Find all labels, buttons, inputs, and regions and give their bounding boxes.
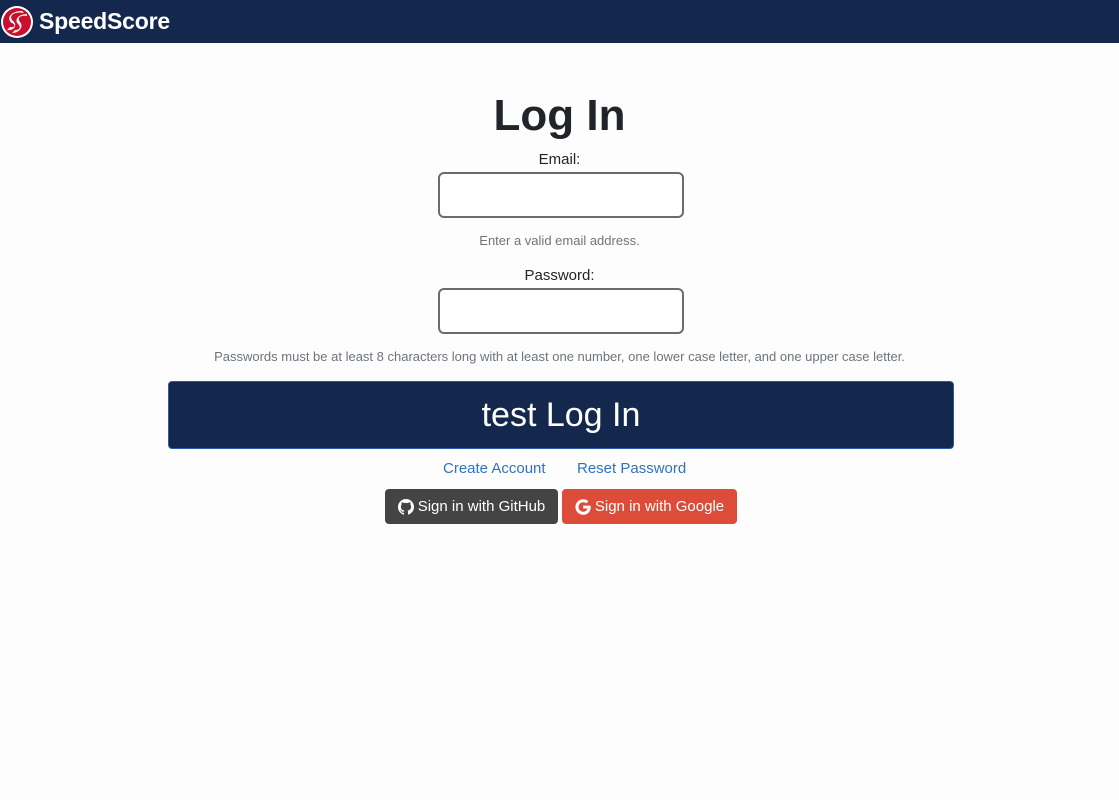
page-title: Log In — [493, 91, 626, 140]
google-signin-label: Sign in with Google — [594, 498, 725, 515]
github-icon — [397, 498, 414, 515]
password-label: Password: — [524, 267, 595, 284]
github-signin-button[interactable]: Sign in with GitHub — [385, 489, 558, 524]
brand-link[interactable]: SpeedScore — [0, 0, 170, 43]
email-field[interactable] — [438, 172, 684, 218]
google-signin-button[interactable]: Sign in with Google — [562, 489, 737, 524]
brand-name: SpeedScore — [39, 8, 170, 34]
email-label: Email: — [538, 151, 581, 168]
navbar: SpeedScore — [0, 0, 1119, 43]
google-icon — [575, 498, 591, 515]
reset-password-link[interactable]: Reset Password — [577, 460, 686, 478]
email-hint: Enter a valid email address. — [479, 233, 640, 248]
login-button[interactable]: test Log In — [168, 381, 954, 449]
github-signin-label: Sign in with GitHub — [417, 498, 546, 515]
create-account-link[interactable]: Create Account — [443, 460, 546, 478]
password-field[interactable] — [438, 288, 684, 334]
password-hint: Passwords must be at least 8 characters … — [214, 349, 905, 364]
speedscore-logo-icon — [1, 5, 33, 38]
